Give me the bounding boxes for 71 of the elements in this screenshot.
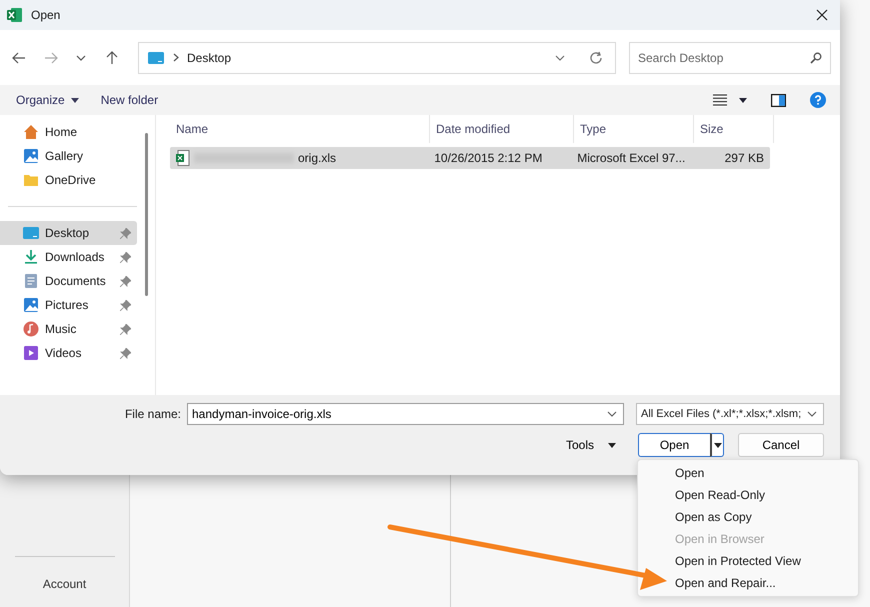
open-dropdown-button[interactable] bbox=[710, 433, 724, 457]
dropdown-triangle-icon bbox=[70, 98, 79, 102]
close-icon[interactable] bbox=[816, 9, 828, 21]
dropdown-chevron-icon[interactable] bbox=[555, 54, 565, 60]
new-folder-button[interactable]: New folder bbox=[92, 89, 166, 111]
column-header[interactable]: Name bbox=[170, 115, 430, 143]
open-button[interactable]: Open bbox=[638, 433, 710, 457]
music-note-icon bbox=[23, 321, 39, 337]
dropdown-triangle-icon[interactable] bbox=[739, 98, 747, 102]
window-title: Open bbox=[31, 8, 60, 22]
pin-icon[interactable] bbox=[120, 252, 131, 262]
chevron-down-icon bbox=[807, 411, 817, 417]
file-date: 10/26/2015 2:12 PM bbox=[433, 151, 544, 165]
preview-pane-icon[interactable] bbox=[771, 94, 786, 106]
sidebar-item[interactable]: Desktop bbox=[0, 221, 137, 245]
sidebar-item[interactable]: Downloads bbox=[0, 245, 137, 269]
download-icon bbox=[23, 249, 39, 265]
file-row[interactable]: orig.xls 10/26/2015 2:12 PM Microsoft Excel 97... 297 KB bbox=[170, 147, 770, 169]
desktop-icon bbox=[23, 225, 39, 241]
file-name: orig.xls bbox=[298, 151, 336, 165]
chevron-down-icon[interactable] bbox=[76, 54, 86, 60]
sidebar-item[interactable]: Pictures bbox=[0, 293, 137, 317]
desktop-icon bbox=[148, 52, 164, 64]
pin-icon[interactable] bbox=[120, 324, 131, 334]
pin-icon[interactable] bbox=[120, 300, 131, 310]
tools-button[interactable]: Tools bbox=[560, 437, 622, 453]
column-header[interactable]: Type bbox=[574, 115, 694, 143]
file-size: 297 KB bbox=[724, 151, 765, 165]
back-arrow-icon[interactable] bbox=[12, 52, 26, 64]
menu-item[interactable]: Open Read-Only bbox=[638, 484, 858, 506]
pin-icon[interactable] bbox=[120, 276, 131, 286]
sidebar-item[interactable]: Home bbox=[0, 120, 137, 144]
menu-item[interactable]: Open in Protected View bbox=[638, 550, 858, 572]
dropdown-triangle-icon bbox=[608, 442, 616, 448]
search-icon[interactable] bbox=[810, 52, 822, 64]
breadcrumb-chevron-icon bbox=[173, 53, 179, 62]
refresh-icon[interactable] bbox=[589, 50, 603, 64]
excel-icon bbox=[7, 7, 23, 23]
menu-item[interactable]: Open bbox=[638, 462, 858, 484]
organize-button[interactable]: Organize bbox=[8, 89, 87, 111]
file-type: Microsoft Excel 97... bbox=[576, 151, 686, 165]
sidebar-item[interactable]: Music bbox=[0, 317, 137, 341]
column-header[interactable]: Date modified bbox=[430, 115, 574, 143]
cancel-button[interactable]: Cancel bbox=[738, 433, 824, 457]
chevron-down-icon[interactable] bbox=[607, 411, 617, 417]
picture-icon bbox=[23, 297, 39, 313]
file-name-field[interactable]: handyman-invoice-orig.xls bbox=[187, 403, 624, 425]
search-field[interactable]: Search Desktop bbox=[629, 42, 831, 74]
sidebar-item[interactable]: Documents bbox=[0, 269, 137, 293]
pin-icon[interactable] bbox=[120, 348, 131, 358]
document-icon bbox=[23, 273, 39, 289]
folder-icon bbox=[23, 172, 39, 188]
sidebar-item[interactable]: Gallery bbox=[0, 144, 137, 168]
play-icon bbox=[23, 345, 39, 361]
menu-item[interactable]: Open and Repair... bbox=[638, 572, 858, 594]
file-name-label: File name: bbox=[124, 407, 181, 421]
address-bar[interactable]: Desktop bbox=[138, 42, 616, 74]
up-arrow-icon[interactable] bbox=[106, 50, 118, 64]
sidebar-item[interactable]: Videos bbox=[0, 341, 137, 365]
dropdown-triangle-icon bbox=[714, 442, 722, 448]
sidebar-item[interactable]: OneDrive bbox=[0, 168, 137, 192]
breadcrumb-item[interactable]: Desktop bbox=[187, 50, 232, 64]
list-view-icon[interactable] bbox=[713, 94, 727, 106]
picture-icon bbox=[23, 148, 39, 164]
spreadsheet-file-icon bbox=[176, 150, 190, 166]
house-icon bbox=[23, 124, 39, 140]
column-header[interactable]: Size bbox=[694, 115, 774, 143]
help-icon[interactable] bbox=[810, 92, 826, 108]
menu-item[interactable]: Open as Copy bbox=[638, 506, 858, 528]
file-type-dropdown[interactable]: All Excel Files (*.xl*;*.xlsx;*.xlsm; bbox=[636, 403, 824, 425]
account-link[interactable]: Account bbox=[42, 577, 86, 591]
